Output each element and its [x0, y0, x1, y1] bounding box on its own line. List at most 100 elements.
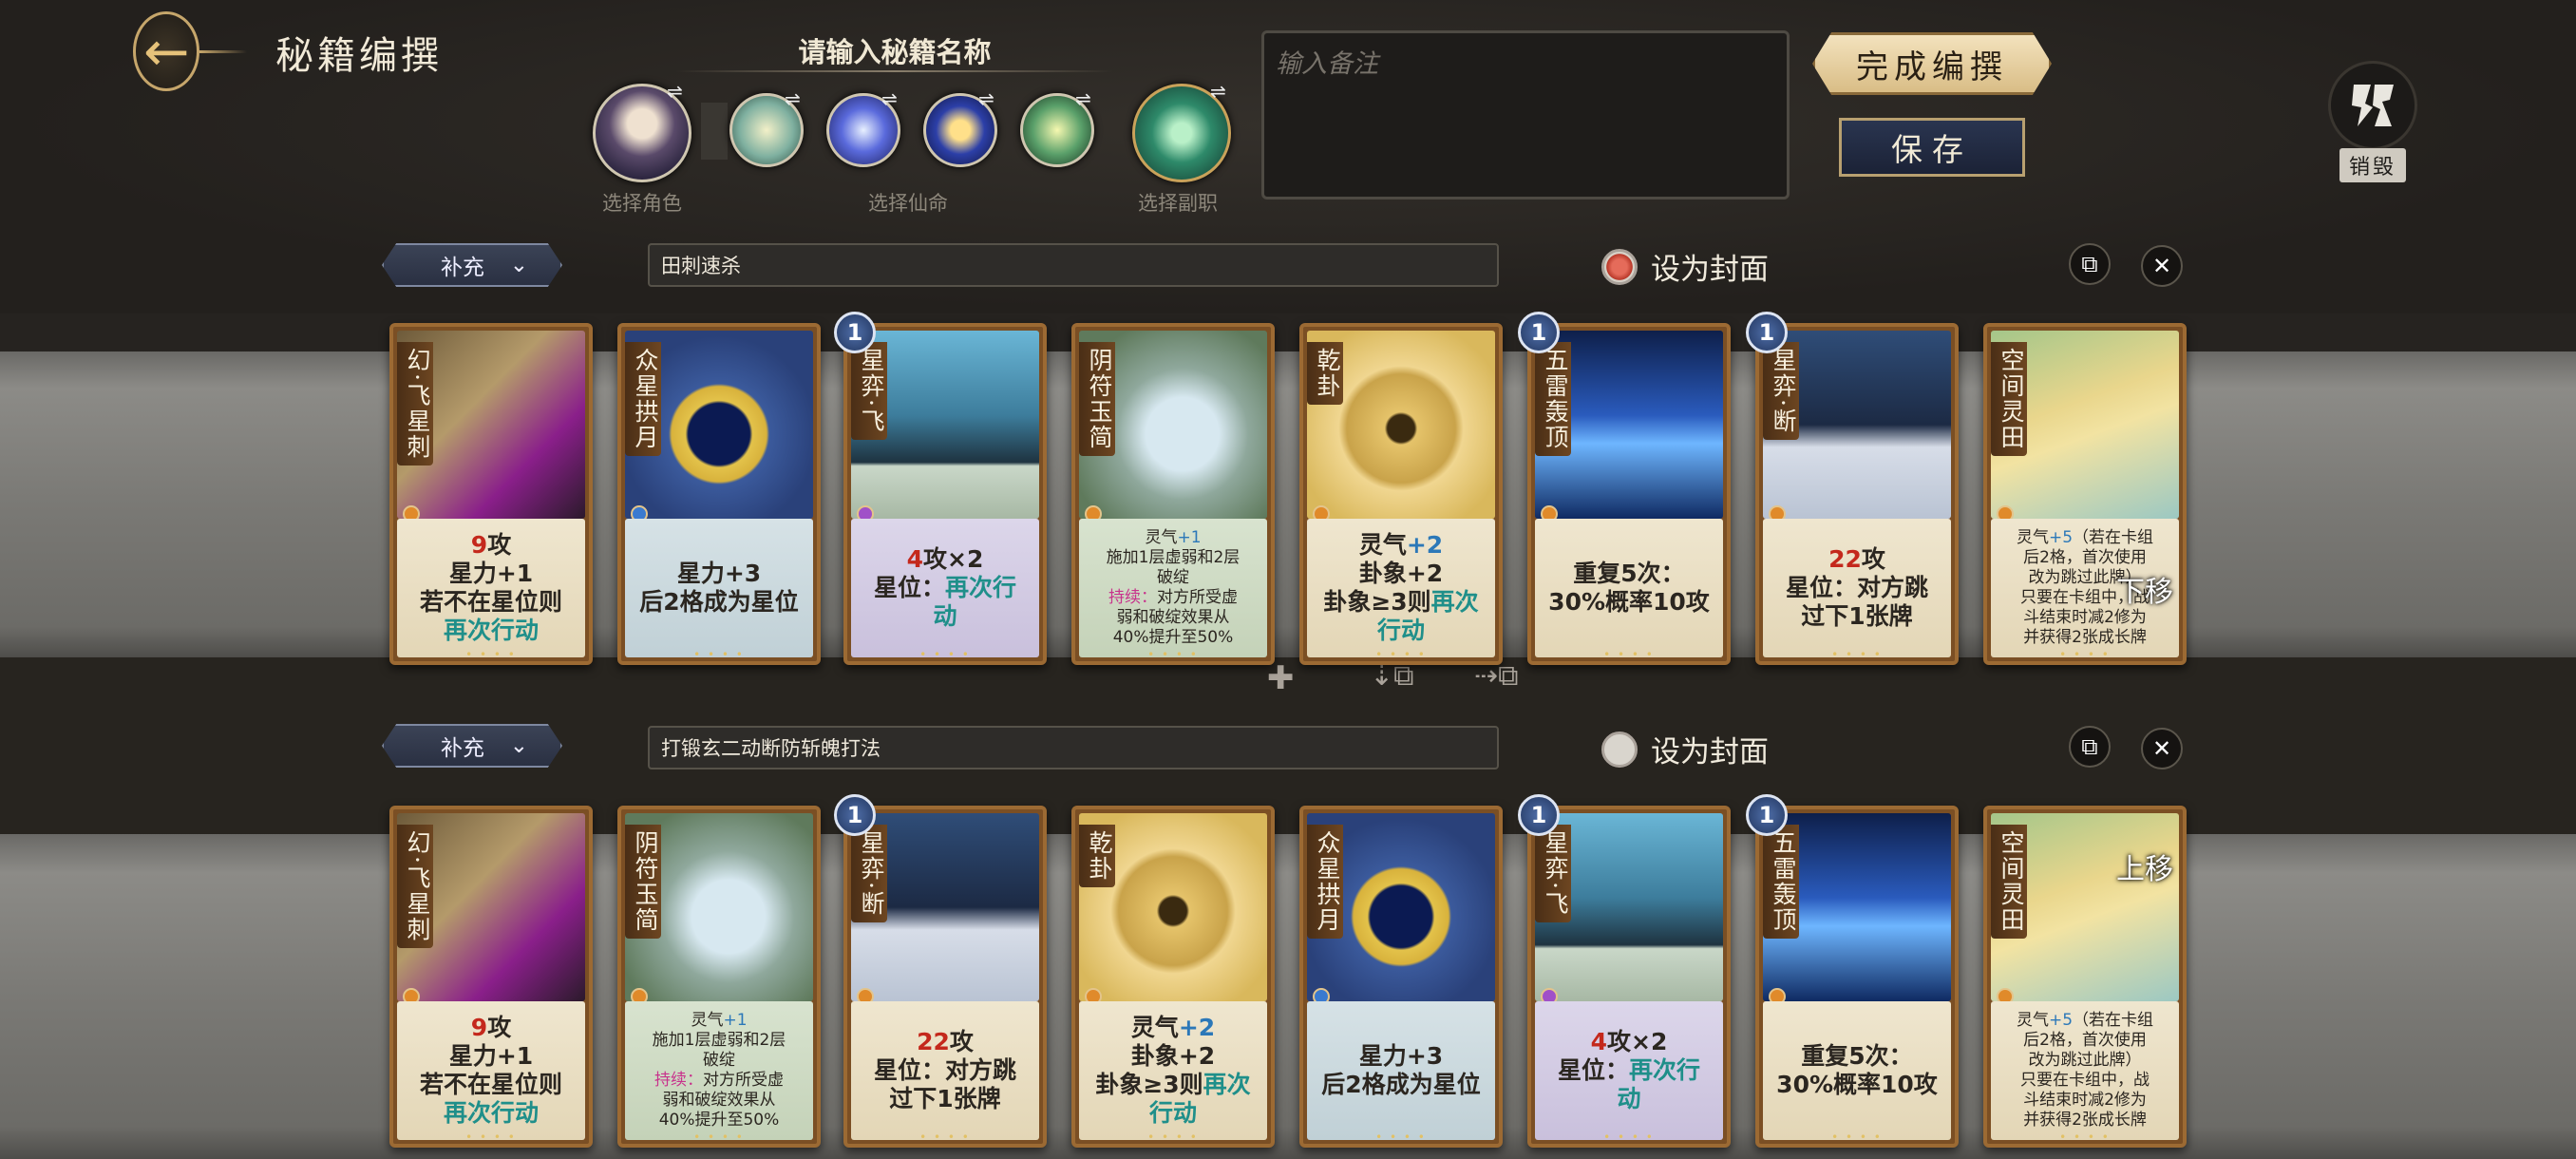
- broken-shard-icon: [2352, 85, 2394, 126]
- deck-card[interactable]: 星弈·飞 4攻×2 星位：再次行动 • • • •: [843, 323, 1047, 665]
- card-description-line: 动: [1558, 1085, 1700, 1113]
- card-description-line: 行动: [1095, 1099, 1250, 1128]
- deck-card[interactable]: 众星拱月 星力+3 后2格成为星位 • • • •: [1299, 806, 1503, 1148]
- deck-card[interactable]: 阴符玉简 灵气+1 施加1层虚弱和2层 破绽 持续：对方所受虚 弱和破绽效果从 40%提升至…: [1071, 323, 1275, 665]
- card-name: 阴符玉简: [1079, 342, 1115, 456]
- card-level-dots: • • • •: [1831, 1130, 1883, 1144]
- card-description-line: 灵气+2: [1323, 531, 1478, 560]
- card-level-dots: • • • •: [2059, 1130, 2111, 1144]
- deck-name-field[interactable]: 田刺速杀: [648, 243, 1499, 287]
- card-name: 众星拱月: [1307, 825, 1343, 939]
- card-description: 灵气+1 施加1层虚弱和2层 破绽 持续：对方所受虚 弱和破绽效果从 40%提升至50%: [625, 1001, 813, 1140]
- card-description-line: 40%提升至50%: [1107, 628, 1241, 648]
- card-text-segment: 对方所受虚: [702, 1071, 784, 1090]
- card-text-segment: 灵气: [2016, 528, 2049, 547]
- deck-card[interactable]: 星弈·断 22攻 星位：对方跳 过下1张牌 • • • •: [1755, 323, 1959, 665]
- card-text-segment: 再次: [1203, 1071, 1251, 1098]
- card-description-line: 灵气+5（若在卡组: [2017, 528, 2153, 548]
- finish-button[interactable]: 完成编撰: [1812, 32, 2052, 95]
- move-card-button[interactable]: 下移: [2116, 568, 2173, 610]
- deck-card[interactable]: 空间灵田 灵气+5（若在卡组 后2格，首次使用 改为跳过此牌） 只要在卡组中，战 斗结束时…: [1983, 323, 2187, 665]
- save-button[interactable]: 保存: [1839, 118, 2025, 177]
- fate-swap-icon-1[interactable]: ⇌: [785, 87, 801, 110]
- copy-icon[interactable]: ⧉: [2069, 726, 2111, 768]
- card-text-segment: 后2格成为星位: [639, 588, 799, 616]
- set-cover-option[interactable]: 设为封面: [1601, 245, 1769, 288]
- card-description-line: 后2格，首次使用: [2017, 548, 2153, 568]
- copy-icon[interactable]: ⧉: [2069, 243, 2111, 285]
- deck-card[interactable]: 五雷轰顶 重复5次： 30%概率10攻 • • • •: [1755, 806, 1959, 1148]
- card-text-segment: 星力+1: [448, 560, 534, 587]
- deck-type-label: 补充: [441, 736, 484, 761]
- character-swap-icon[interactable]: ⇌: [667, 80, 683, 103]
- add-deck-icon[interactable]: ✚: [1267, 659, 1295, 697]
- card-level-dots: • • • •: [465, 648, 517, 661]
- card-name: 乾卦: [1307, 342, 1343, 405]
- card-description: 灵气+5（若在卡组 后2格，首次使用 改为跳过此牌） 只要在卡组中，战 斗结束时减2修为…: [1991, 1001, 2179, 1140]
- deck-type-dropdown[interactable]: 补充 ⌄: [382, 243, 562, 287]
- set-cover-option[interactable]: 设为封面: [1601, 728, 1769, 770]
- deck-card[interactable]: 五雷轰顶 重复5次： 30%概率10攻 • • • •: [1527, 323, 1731, 665]
- card-description-line: 30%概率10攻: [1776, 1071, 1938, 1099]
- subjob-slot-label: 选择副职: [1138, 192, 1218, 215]
- deck-type-dropdown[interactable]: 补充 ⌄: [382, 724, 562, 768]
- card-text-segment: 22: [1828, 545, 1862, 573]
- card-text-segment: 过下1张牌: [889, 1085, 1001, 1112]
- move-card-button[interactable]: 上移: [2116, 846, 2173, 887]
- card-text-segment: 再次行: [1629, 1056, 1701, 1084]
- card-text-segment: +2: [1406, 531, 1444, 559]
- card-text-segment: +5: [2048, 528, 2074, 547]
- card-description-line: 22攻: [874, 1028, 1016, 1056]
- close-icon[interactable]: ✕: [2141, 245, 2183, 287]
- card-description-line: 30%概率10攻: [1548, 588, 1710, 617]
- card-text-segment: 9: [470, 531, 488, 559]
- deck-card[interactable]: 乾卦灵气+2 卦象+2 卦象≥3则再次 行动 • • • •: [1299, 323, 1503, 665]
- card-text-segment: 再次行动: [443, 1099, 539, 1127]
- destroy-button[interactable]: 销毁: [2325, 61, 2420, 182]
- card-level-dots: • • • •: [919, 648, 971, 661]
- deck-card[interactable]: 星弈·飞 4攻×2 星位：再次行动 • • • •: [1527, 806, 1731, 1148]
- note-input[interactable]: 输入备注: [1261, 30, 1790, 200]
- deck-name-input[interactable]: 请输入秘籍名称: [676, 30, 1113, 70]
- card-text-segment: 只要在卡组中，战: [2020, 1071, 2150, 1090]
- card-description: 灵气+2 卦象+2 卦象≥3则再次 行动: [1307, 519, 1495, 657]
- card-name: 阴符玉简: [625, 825, 661, 939]
- card-text-segment: 40%提升至50%: [658, 1111, 780, 1130]
- fate-swap-icon-4[interactable]: ⇌: [1075, 87, 1091, 110]
- card-description-line: 灵气+2: [1095, 1014, 1250, 1042]
- deck-card[interactable]: 众星拱月 星力+3 后2格成为星位 • • • •: [617, 323, 821, 665]
- deck-card[interactable]: 星弈·断 22攻 星位：对方跳 过下1张牌 • • • •: [843, 806, 1047, 1148]
- card-level-dots: • • • •: [693, 1130, 745, 1144]
- set-cover-label: 设为封面: [1651, 253, 1769, 287]
- deck-name-field[interactable]: 打锻玄二动断防斩魄打法: [648, 726, 1499, 770]
- card-text-segment: 对方所受虚: [1156, 588, 1238, 607]
- deck-card[interactable]: 幻·飞星刺 9攻 星力+1 若不在星位则 再次行动 • • • •: [389, 806, 593, 1148]
- card-text-segment: 再次行: [945, 574, 1017, 601]
- deck-card[interactable]: 幻·飞星刺 9攻 星力+1 若不在星位则 再次行动 • • • •: [389, 323, 593, 665]
- card-text-segment: 灵气: [691, 1011, 724, 1030]
- card-name: 乾卦: [1079, 825, 1115, 887]
- card-text-segment: 星力+1: [448, 1042, 534, 1070]
- card-description-line: 持续：对方所受虚: [653, 1071, 786, 1091]
- card-name: 星弈·飞: [1535, 825, 1571, 922]
- card-text-segment: 灵气: [1130, 1014, 1179, 1041]
- card-text-segment: 攻×2: [923, 545, 984, 573]
- card-text-segment: 并获得2张成长牌: [2023, 1111, 2147, 1130]
- card-text-segment: 并获得2张成长牌: [2023, 628, 2147, 647]
- card-level-dots: • • • •: [1375, 648, 1427, 661]
- card-text-segment: 后2格，首次使用: [2023, 1031, 2147, 1050]
- close-icon[interactable]: ✕: [2141, 728, 2183, 770]
- deck-card[interactable]: 阴符玉简灵气+1 施加1层虚弱和2层 破绽 持续：对方所受虚 弱和破绽效果从 40%提升至…: [617, 806, 821, 1148]
- card-description-line: 卦象+2: [1323, 560, 1478, 588]
- card-text-segment: 过下1张牌: [1801, 602, 1913, 630]
- card-level-dots: • • • •: [1603, 1130, 1655, 1144]
- deck-card[interactable]: 乾卦 灵气+2 卦象+2 卦象≥3则再次 行动 • • • •: [1071, 806, 1275, 1148]
- card-description: 4攻×2 星位：再次行动: [1535, 1001, 1723, 1140]
- back-button[interactable]: ←: [133, 11, 247, 91]
- card-description: 重复5次： 30%概率10攻: [1535, 519, 1723, 657]
- fate-swap-icon-2[interactable]: ⇌: [881, 87, 898, 110]
- fate-swap-icon-3[interactable]: ⇌: [978, 87, 994, 110]
- card-description: 灵气+2 卦象+2 卦象≥3则再次 行动: [1079, 1001, 1267, 1140]
- subjob-swap-icon[interactable]: ⇌: [1210, 80, 1226, 103]
- card-description: 星力+3 后2格成为星位: [1307, 1001, 1495, 1140]
